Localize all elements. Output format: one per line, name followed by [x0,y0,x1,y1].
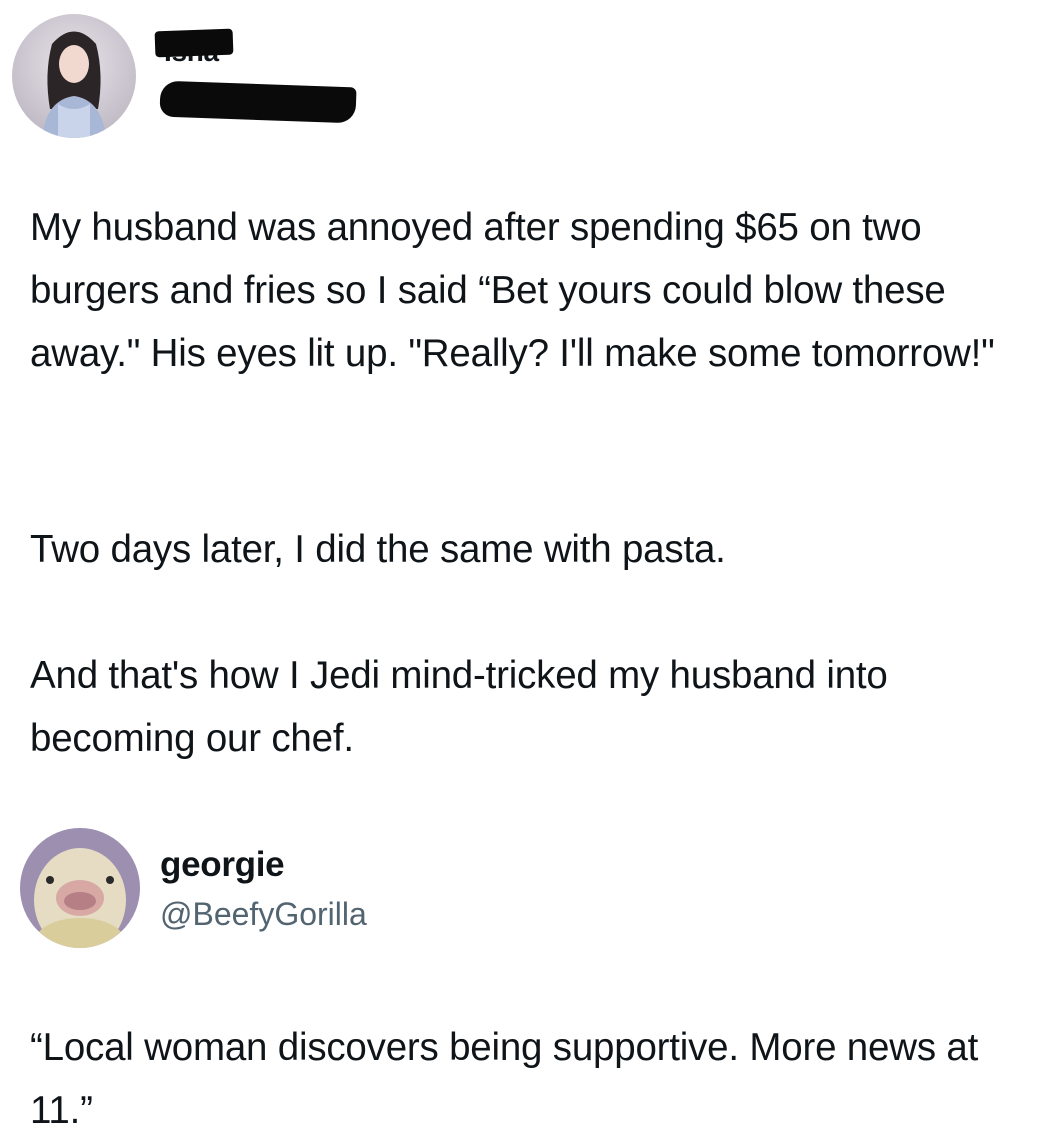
name-redaction-scribble [154,28,234,58]
handle-redaction-scribble [159,80,357,124]
tweet1-avatar[interactable] [12,14,136,138]
tweet1-paragraph: My husband was annoyed after spending $6… [30,206,995,375]
tweet2-display-name[interactable]: georgie [160,845,285,885]
tweet2-avatar[interactable] [20,828,140,948]
tweet2-handle[interactable]: @BeefyGorilla [160,896,367,933]
tweet2-paragraph: “Local woman discovers being supportive.… [30,1026,989,1132]
tweet1-paragraph: Two days later, I did the same with past… [30,528,726,571]
tweet1-paragraph: And that's how I Jedi mind-tricked my hu… [30,654,899,760]
